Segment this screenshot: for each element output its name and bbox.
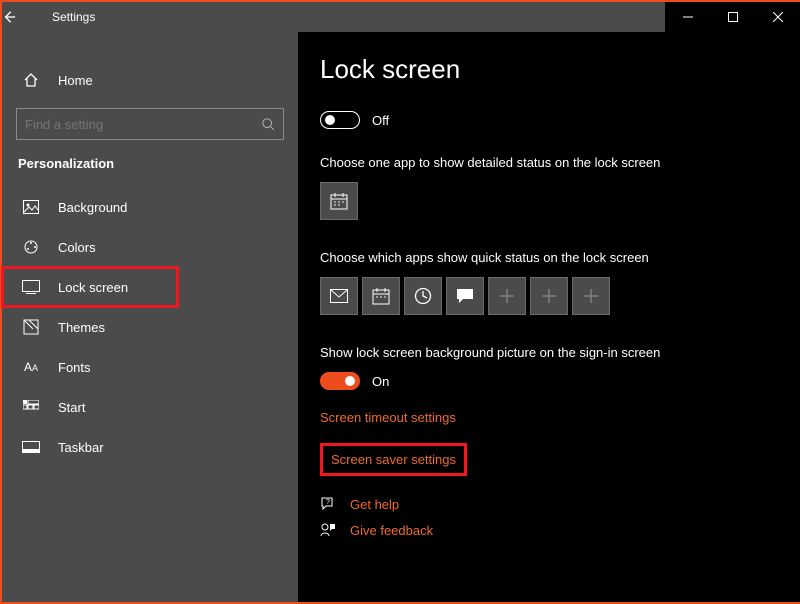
sidebar-item-themes[interactable]: Themes	[2, 307, 298, 347]
quick-status-tile-add-1[interactable]	[488, 277, 526, 315]
search-input[interactable]	[16, 108, 284, 140]
screen-saver-link[interactable]: Screen saver settings	[320, 443, 467, 476]
get-help-link[interactable]: ? Get help	[320, 496, 800, 512]
sidebar-item-colors[interactable]: Colors	[2, 227, 298, 267]
quick-status-tile-mail[interactable]	[320, 277, 358, 315]
window-title: Settings	[52, 10, 95, 24]
themes-icon	[20, 319, 42, 335]
window-controls	[665, 2, 800, 32]
sidebar-item-label: Taskbar	[58, 440, 104, 455]
sidebar-item-label: Themes	[58, 320, 105, 335]
sidebar-item-taskbar[interactable]: Taskbar	[2, 427, 298, 467]
lock-screen-icon	[20, 280, 42, 294]
search-icon	[261, 117, 275, 131]
sidebar-home[interactable]: Home	[2, 60, 298, 100]
sidebar-item-fonts[interactable]: AA Fonts	[2, 347, 298, 387]
quick-status-tile-calendar[interactable]	[362, 277, 400, 315]
lock-screen-toggle[interactable]	[320, 111, 360, 129]
search-field[interactable]	[25, 117, 261, 132]
sidebar-item-label: Fonts	[58, 360, 91, 375]
titlebar: Settings	[2, 2, 800, 32]
sidebar-item-label: Colors	[58, 240, 96, 255]
toggle-state-label: Off	[372, 113, 389, 128]
clock-icon	[414, 287, 432, 305]
plus-icon	[542, 289, 556, 303]
svg-text:?: ?	[326, 499, 330, 506]
sidebar-item-label: Lock screen	[58, 280, 128, 295]
picture-icon	[20, 200, 42, 214]
plus-icon	[500, 289, 514, 303]
quick-status-tile-add-2[interactable]	[530, 277, 568, 315]
maximize-button[interactable]	[710, 2, 755, 32]
start-icon	[20, 400, 42, 414]
quick-status-label: Choose which apps show quick status on t…	[320, 250, 800, 265]
sidebar: Home Personalization Background Colors L…	[2, 32, 298, 602]
give-feedback-label: Give feedback	[350, 523, 433, 538]
signin-picture-label: Show lock screen background picture on t…	[320, 345, 800, 360]
mail-icon	[330, 289, 348, 303]
sidebar-item-background[interactable]: Background	[2, 187, 298, 227]
sidebar-item-label: Start	[58, 400, 85, 415]
fonts-icon: AA	[20, 360, 42, 374]
quick-status-tile-chat[interactable]	[446, 277, 484, 315]
sidebar-item-lock-screen[interactable]: Lock screen	[2, 267, 178, 307]
get-help-label: Get help	[350, 497, 399, 512]
close-button[interactable]	[755, 2, 800, 32]
detailed-status-app-tile[interactable]	[320, 182, 358, 220]
home-icon	[20, 72, 42, 88]
toggle-state-label: On	[372, 374, 389, 389]
quick-status-tile-add-3[interactable]	[572, 277, 610, 315]
detailed-status-label: Choose one app to show detailed status o…	[320, 155, 800, 170]
sidebar-section-header: Personalization	[2, 150, 298, 187]
quick-status-tile-clock[interactable]	[404, 277, 442, 315]
minimize-button[interactable]	[665, 2, 710, 32]
sidebar-item-label: Background	[58, 200, 127, 215]
sidebar-home-label: Home	[58, 73, 93, 88]
content-area: Lock screen Off Choose one app to show d…	[298, 32, 800, 602]
page-title: Lock screen	[320, 54, 800, 85]
give-feedback-link[interactable]: Give feedback	[320, 522, 800, 538]
calendar-icon	[372, 287, 390, 305]
feedback-icon	[320, 522, 338, 538]
calendar-icon	[330, 192, 348, 210]
back-button[interactable]	[2, 10, 42, 24]
palette-icon	[20, 239, 42, 255]
signin-picture-toggle[interactable]	[320, 372, 360, 390]
sidebar-item-start[interactable]: Start	[2, 387, 298, 427]
taskbar-icon	[20, 441, 42, 453]
help-icon: ?	[320, 496, 338, 512]
chat-icon	[456, 288, 474, 304]
screen-timeout-link[interactable]: Screen timeout settings	[320, 410, 800, 425]
plus-icon	[584, 289, 598, 303]
